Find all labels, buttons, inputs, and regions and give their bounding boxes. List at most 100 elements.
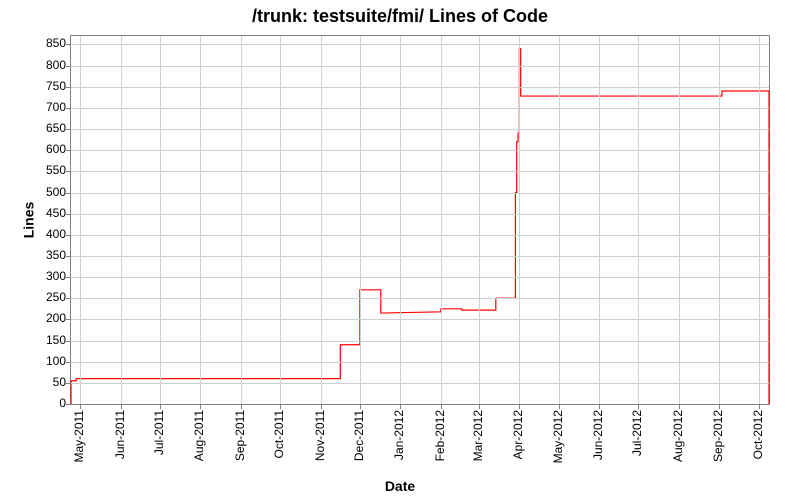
y-tick-mark	[66, 235, 71, 236]
y-tick-mark	[66, 171, 71, 172]
x-tick-label: Aug-2012	[671, 410, 685, 462]
gridline-v	[719, 36, 720, 404]
y-tick-mark	[66, 87, 71, 88]
y-tick-label: 250	[6, 290, 66, 304]
y-tick-mark	[66, 277, 71, 278]
y-tick-label: 500	[6, 185, 66, 199]
gridline-v	[441, 36, 442, 404]
x-tick-mark	[360, 404, 361, 409]
y-tick-label: 350	[6, 248, 66, 262]
y-tick-label: 700	[6, 100, 66, 114]
x-tick-label: Jun-2011	[113, 410, 127, 459]
gridline-v	[759, 36, 760, 404]
y-tick-mark	[66, 383, 71, 384]
x-tick-label: Aug-2011	[192, 410, 206, 461]
gridline-v	[121, 36, 122, 404]
gridline-v	[519, 36, 520, 404]
gridline-h	[71, 66, 769, 67]
x-tick-label: Mar-2012	[471, 410, 485, 461]
gridline-v	[200, 36, 201, 404]
x-tick-label: Nov-2011	[313, 410, 327, 461]
x-axis-label: Date	[0, 478, 800, 494]
chart-title: /trunk: testsuite/fmi/ Lines of Code	[0, 6, 800, 27]
gridline-v	[160, 36, 161, 404]
y-tick-label: 650	[6, 121, 66, 135]
y-tick-label: 100	[6, 354, 66, 368]
y-tick-mark	[66, 108, 71, 109]
x-tick-mark	[719, 404, 720, 409]
y-tick-mark	[66, 150, 71, 151]
y-tick-mark	[66, 193, 71, 194]
gridline-h	[71, 341, 769, 342]
y-tick-label: 300	[6, 269, 66, 283]
x-tick-mark	[241, 404, 242, 409]
gridline-v	[479, 36, 480, 404]
x-tick-mark	[638, 404, 639, 409]
y-tick-mark	[66, 214, 71, 215]
y-tick-label: 750	[6, 79, 66, 93]
x-tick-label: Oct-2012	[751, 410, 765, 459]
x-tick-mark	[160, 404, 161, 409]
gridline-v	[559, 36, 560, 404]
x-tick-mark	[479, 404, 480, 409]
x-tick-mark	[121, 404, 122, 409]
y-tick-label: 150	[6, 333, 66, 347]
x-tick-mark	[559, 404, 560, 409]
x-tick-mark	[80, 404, 81, 409]
y-tick-mark	[66, 256, 71, 257]
gridline-h	[71, 319, 769, 320]
y-tick-mark	[66, 298, 71, 299]
gridline-v	[400, 36, 401, 404]
gridline-v	[360, 36, 361, 404]
plot-area	[70, 35, 770, 405]
x-tick-label: May-2012	[551, 410, 565, 463]
y-tick-label: 850	[6, 36, 66, 50]
y-tick-label: 600	[6, 142, 66, 156]
x-tick-label: Feb-2012	[433, 410, 447, 461]
x-tick-label: May-2011	[72, 410, 86, 462]
gridline-h	[71, 256, 769, 257]
x-tick-mark	[321, 404, 322, 409]
gridline-h	[71, 150, 769, 151]
gridline-v	[280, 36, 281, 404]
gridline-v	[638, 36, 639, 404]
y-tick-mark	[66, 319, 71, 320]
x-tick-mark	[200, 404, 201, 409]
y-tick-mark	[66, 44, 71, 45]
y-tick-label: 800	[6, 58, 66, 72]
x-tick-label: Sep-2012	[711, 410, 725, 462]
gridline-h	[71, 129, 769, 130]
x-tick-mark	[441, 404, 442, 409]
chart-container: /trunk: testsuite/fmi/ Lines of Code Lin…	[0, 0, 800, 500]
y-tick-label: 0	[6, 396, 66, 410]
x-tick-label: Sep-2011	[233, 410, 247, 461]
gridline-h	[71, 87, 769, 88]
gridline-h	[71, 193, 769, 194]
y-tick-label: 550	[6, 163, 66, 177]
x-tick-label: Apr-2012	[511, 410, 525, 459]
x-tick-label: Oct-2011	[272, 410, 286, 458]
y-tick-mark	[66, 362, 71, 363]
gridline-h	[71, 298, 769, 299]
gridline-h	[71, 362, 769, 363]
gridline-v	[80, 36, 81, 404]
x-tick-mark	[519, 404, 520, 409]
gridline-h	[71, 108, 769, 109]
gridline-h	[71, 383, 769, 384]
x-tick-mark	[759, 404, 760, 409]
y-tick-mark	[66, 129, 71, 130]
x-tick-mark	[280, 404, 281, 409]
gridline-h	[71, 235, 769, 236]
y-tick-label: 450	[6, 206, 66, 220]
gridline-h	[71, 44, 769, 45]
x-tick-mark	[599, 404, 600, 409]
y-tick-label: 50	[6, 375, 66, 389]
x-tick-mark	[400, 404, 401, 409]
gridline-h	[71, 214, 769, 215]
y-tick-mark	[66, 66, 71, 67]
x-tick-label: Jun-2012	[591, 410, 605, 460]
x-tick-label: Jul-2012	[630, 410, 644, 456]
gridline-v	[241, 36, 242, 404]
gridline-v	[679, 36, 680, 404]
gridline-v	[599, 36, 600, 404]
